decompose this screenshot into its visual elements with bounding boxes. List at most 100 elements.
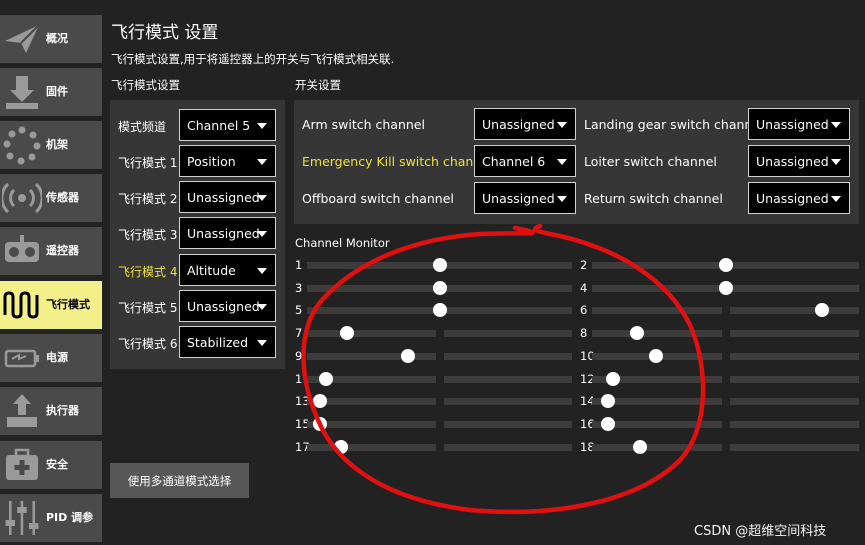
channel-track (729, 307, 859, 315)
flight-mode-row: 飞行模式 1 Position (110, 145, 285, 177)
sidebar-item-label: PID 调参 (46, 511, 94, 524)
paper-plane-icon (5, 24, 40, 53)
channel-track (307, 307, 436, 315)
channel-knob (718, 280, 733, 295)
flight-mode-1-dropdown[interactable]: Position (179, 145, 276, 177)
flight-mode-row: 模式频道 Channel 5 (110, 109, 285, 141)
sidebar-item-airframe[interactable]: 机架 (0, 121, 102, 169)
sidebar-item-label: 执行器 (46, 404, 79, 417)
channel-monitor-label: Channel Monitor (295, 236, 390, 250)
channel-knob (432, 303, 447, 318)
return-switch-dropdown[interactable]: Unassigned (748, 182, 850, 214)
dropdown-value: Unassigned (187, 226, 260, 241)
chevron-down-icon (557, 159, 567, 165)
watermark: CSDN @超维空间科技 (694, 524, 827, 539)
flight-modes-section-label: 飞行模式设置 (111, 78, 180, 92)
channel-track (729, 375, 859, 383)
page-title: 飞行模式 设置 (111, 23, 219, 43)
first-aid-icon (6, 448, 38, 480)
flight-mode-6-dropdown[interactable]: Stabilized (179, 326, 276, 358)
sidebar-item-radio[interactable]: 遥控器 (0, 227, 102, 275)
flight-mode-label: 飞行模式 2 (118, 192, 178, 206)
channel-track (307, 284, 436, 292)
dropdown-value: Channel 6 (482, 154, 546, 169)
channel-track (729, 330, 859, 338)
flight-mode-label: 飞行模式 5 (118, 301, 178, 315)
flight-mode-row: 飞行模式 4 Altitude (110, 254, 285, 286)
channel-track (443, 307, 572, 315)
sidebar-item-pid-tuning[interactable]: PID 调参 (0, 494, 102, 542)
flight-mode-row: 飞行模式 3 Unassigned (110, 217, 285, 249)
channel-track (443, 375, 572, 383)
flight-mode-2-dropdown[interactable]: Unassigned (179, 181, 276, 213)
channel-number: 6 (580, 303, 588, 318)
channel-track (729, 420, 859, 428)
channel-track (729, 262, 859, 269)
actuator-icon (7, 394, 37, 427)
dropdown-value: Unassigned (756, 191, 829, 206)
channel-track (307, 330, 436, 338)
sidebar-item-power[interactable]: 电源 (0, 334, 102, 382)
flight-mode-label: 飞行模式 4 (118, 265, 178, 279)
sidebar-item-safety[interactable]: 安全 (0, 441, 102, 489)
arm-switch-dropdown[interactable]: Unassigned (474, 108, 576, 140)
channel-number: 3 (295, 280, 303, 295)
sidebar-item-sensors[interactable]: 传感器 (0, 174, 102, 222)
landing-gear-switch-dropdown[interactable]: Unassigned (748, 108, 850, 140)
sidebar-item-label: 传感器 (46, 191, 79, 204)
flight-mode-4-dropdown[interactable]: Altitude (179, 254, 276, 286)
sidebar-item-flight-modes[interactable]: 飞行模式 (0, 281, 102, 329)
channel-track (729, 352, 859, 360)
sidebar-item-label: 固件 (46, 85, 68, 98)
channel-track (592, 284, 722, 292)
dropdown-value: Position (187, 154, 236, 169)
dropdown-value: Unassigned (482, 117, 555, 132)
switches-panel: Arm switch channel Unassigned Landing ge… (294, 100, 859, 224)
kill-switch-dropdown[interactable]: Channel 6 (474, 145, 576, 177)
channel-knob (633, 439, 648, 454)
dropdown-value: Stabilized (187, 335, 249, 350)
mode-channel-dropdown[interactable]: Channel 5 (179, 109, 276, 141)
channel-track (443, 262, 572, 269)
channel-track (443, 284, 572, 292)
chevron-down-icon (557, 122, 567, 128)
sidebar-item-label: 安全 (46, 458, 68, 471)
sidebar-item-firmware[interactable]: 固件 (0, 68, 102, 116)
chevron-down-icon (831, 122, 841, 128)
remote-control-icon (5, 235, 39, 262)
sidebar-item-label: 机架 (46, 138, 68, 151)
offboard-switch-dropdown[interactable]: Unassigned (474, 182, 576, 214)
dropdown-value: Channel 5 (187, 118, 251, 133)
page-subtitle: 飞行模式设置,用于将遥控器上的开关与飞行模式相关联. (111, 52, 395, 66)
sidebar-item-actuators[interactable]: 执行器 (0, 387, 102, 435)
switch-label: Arm switch channel (302, 117, 425, 132)
sidebar-item-label: 飞行模式 (46, 298, 90, 311)
flight-mode-label: 模式频道 (118, 120, 167, 134)
dropdown-value: Unassigned (482, 191, 555, 206)
channel-track (592, 307, 722, 315)
dropdown-value: Unassigned (187, 299, 260, 314)
sidebar-item-summary[interactable]: 概况 (0, 15, 102, 63)
switch-label: Return switch channel (584, 191, 723, 206)
chevron-down-icon (257, 159, 267, 165)
flight-mode-5-dropdown[interactable]: Unassigned (179, 290, 276, 322)
channel-knob (313, 394, 328, 409)
channel-track (307, 352, 436, 360)
flight-mode-row: 飞行模式 2 Unassigned (110, 181, 285, 213)
channel-track (592, 330, 722, 338)
channel-track (592, 443, 722, 451)
flight-mode-label: 飞行模式 6 (118, 337, 178, 351)
chevron-down-icon (831, 196, 841, 202)
channel-track (729, 284, 859, 292)
multi-channel-mode-button[interactable]: 使用多通道模式选择 (110, 463, 249, 498)
flight-mode-3-dropdown[interactable]: Unassigned (179, 217, 276, 249)
channel-knob (630, 326, 645, 341)
dropdown-value: Unassigned (187, 190, 260, 205)
channel-number: 9 (295, 348, 303, 363)
chevron-down-icon (257, 123, 267, 129)
channel-number: 7 (295, 326, 303, 341)
loiter-switch-dropdown[interactable]: Unassigned (748, 145, 850, 177)
flight-modes-panel: 模式频道 Channel 5 飞行模式 1 Position 飞行模式 2 Un… (110, 100, 285, 369)
channel-knob (601, 416, 616, 431)
radio-waves-icon (2, 182, 42, 214)
